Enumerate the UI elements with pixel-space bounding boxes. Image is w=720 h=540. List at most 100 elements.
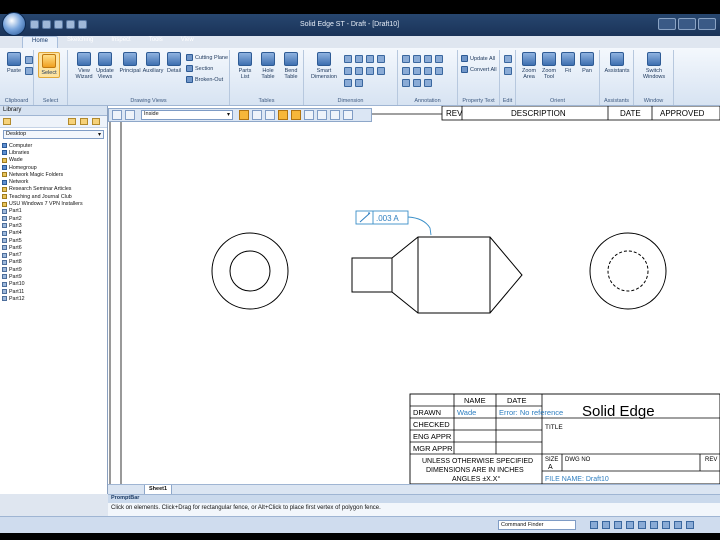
forward-arrow-icon[interactable] <box>317 110 327 120</box>
minimize-button[interactable] <box>658 18 676 30</box>
leader-icon[interactable] <box>424 67 432 75</box>
box-icon[interactable] <box>291 110 301 120</box>
copy-icon[interactable] <box>25 67 33 75</box>
check-icon[interactable] <box>265 110 275 120</box>
views-icon[interactable] <box>80 118 88 125</box>
tab-sketching[interactable]: Sketching <box>58 36 102 48</box>
library-item[interactable]: Part1 <box>2 208 105 215</box>
center-mark-icon[interactable] <box>435 67 443 75</box>
drawing-sheet[interactable]: REV DESCRIPTION DATE APPROVED .003 A NAM… <box>108 106 720 484</box>
folder-up-icon[interactable] <box>3 118 11 125</box>
assistants-button[interactable]: Assistants <box>603 52 631 74</box>
smart-dimension-button[interactable]: Smart Dimension <box>308 52 340 80</box>
symmetric-diameter-icon[interactable] <box>344 67 352 75</box>
left-view-outer-circle[interactable] <box>211 232 289 310</box>
switch-windows-button[interactable]: Switch Windows <box>637 52 671 80</box>
pan-button[interactable]: Pan <box>578 52 596 74</box>
sheet-view-icon[interactable] <box>650 521 658 529</box>
select-tool-icon[interactable] <box>112 110 122 120</box>
fit-view-icon[interactable] <box>614 521 622 529</box>
tab-tools[interactable]: Tools <box>140 36 172 48</box>
auxiliary-button[interactable]: Auxiliary <box>141 52 165 74</box>
save-icon[interactable] <box>54 20 63 29</box>
update-views-button[interactable]: Update Views <box>94 52 116 80</box>
zoom-out-icon[interactable] <box>602 521 610 529</box>
text-icon[interactable] <box>402 79 410 87</box>
zoom-in-icon[interactable] <box>590 521 598 529</box>
paste-button[interactable]: Paste <box>3 52 25 74</box>
library-item[interactable]: Part12 <box>2 295 105 302</box>
retrieve-dimensions-icon[interactable] <box>377 67 385 75</box>
accept-icon[interactable] <box>330 110 340 120</box>
hole-table-button[interactable]: Hole Table <box>257 52 279 80</box>
refresh-icon[interactable] <box>92 118 100 125</box>
front-view-body[interactable] <box>391 236 523 314</box>
bend-table-button[interactable]: Bend Table <box>280 52 302 80</box>
edit-icon[interactable] <box>504 55 512 63</box>
select-button[interactable]: Select <box>38 52 60 78</box>
application-button[interactable] <box>2 12 26 36</box>
highlight-icon[interactable] <box>278 110 288 120</box>
angular-coordinate-icon[interactable] <box>355 67 363 75</box>
layers-icon[interactable] <box>686 521 694 529</box>
left-view-inner-circle[interactable] <box>229 250 271 292</box>
library-item[interactable]: Teaching and Journal Club <box>2 193 105 200</box>
edge-condition-icon[interactable] <box>424 79 432 87</box>
fence-mode-select[interactable]: Inside <box>141 110 233 120</box>
maximize-button[interactable] <box>678 18 696 30</box>
tab-view[interactable]: View <box>172 36 203 48</box>
attach-dimension-icon[interactable] <box>366 67 374 75</box>
zoom-tool-button[interactable]: Zoom Tool <box>539 52 559 80</box>
principal-button[interactable]: Principal <box>118 52 142 74</box>
delete-icon[interactable] <box>504 67 512 75</box>
convert-all-button[interactable]: Convert All <box>461 66 497 73</box>
new-icon[interactable] <box>30 20 39 29</box>
zoom-area-button[interactable]: Zoom Area <box>519 52 539 80</box>
cut-icon[interactable] <box>25 56 33 64</box>
parts-list-button[interactable]: Parts List <box>234 52 256 80</box>
angle-between-icon[interactable] <box>355 55 363 63</box>
library-item[interactable]: USU Windows 7 VPN Installers <box>2 200 105 207</box>
snap-icon[interactable] <box>674 521 682 529</box>
library-item[interactable]: Part9 <box>2 273 105 280</box>
right-view-outer-circle[interactable] <box>589 232 667 310</box>
right-view-hidden-circle[interactable] <box>607 250 649 292</box>
selection-filter-icon[interactable] <box>125 110 135 120</box>
library-item[interactable]: Part5 <box>2 237 105 244</box>
zoom-area-status-icon[interactable] <box>638 521 646 529</box>
chamfer-dimension-icon[interactable] <box>377 55 385 63</box>
pan-view-icon[interactable] <box>626 521 634 529</box>
filter-icon[interactable] <box>252 110 262 120</box>
detail-button[interactable]: Detail <box>164 52 184 74</box>
library-item[interactable]: Libraries <box>2 149 105 156</box>
tab-home[interactable]: Home <box>22 36 59 48</box>
library-item[interactable]: Part2 <box>2 215 105 222</box>
weld-symbol-icon[interactable] <box>435 55 443 63</box>
distance-between-icon[interactable] <box>344 55 352 63</box>
section-button[interactable]: Section <box>186 65 213 72</box>
library-item[interactable]: Part7 <box>2 251 105 258</box>
coordinate-dimension-icon[interactable] <box>366 55 374 63</box>
open-icon[interactable] <box>42 20 51 29</box>
cutting-plane-button[interactable]: Cutting Plane <box>186 54 228 61</box>
library-item[interactable]: Part10 <box>2 281 105 288</box>
library-item[interactable]: Part11 <box>2 288 105 295</box>
surface-texture-icon[interactable] <box>424 55 432 63</box>
command-finder-input[interactable]: Command Finder <box>498 520 576 530</box>
library-item[interactable]: Research Seminar Articles <box>2 186 105 193</box>
front-view-shank[interactable] <box>351 257 393 293</box>
library-item[interactable]: Part4 <box>2 230 105 237</box>
library-item[interactable]: Network Magic Folders <box>2 171 105 178</box>
library-item[interactable]: Part9 <box>2 266 105 273</box>
library-item[interactable]: Part3 <box>2 222 105 229</box>
feature-control-frame-icon[interactable] <box>402 67 410 75</box>
select-options-icon[interactable] <box>239 110 249 120</box>
datum-frame-icon[interactable] <box>413 67 421 75</box>
undo-icon[interactable] <box>66 20 75 29</box>
view-wizard-button[interactable]: View Wizard <box>73 52 95 80</box>
library-item[interactable]: Network <box>2 178 105 185</box>
close-button[interactable] <box>698 18 716 30</box>
datum-target-icon[interactable] <box>413 79 421 87</box>
balloon-icon[interactable] <box>413 55 421 63</box>
library-item[interactable]: Part8 <box>2 259 105 266</box>
